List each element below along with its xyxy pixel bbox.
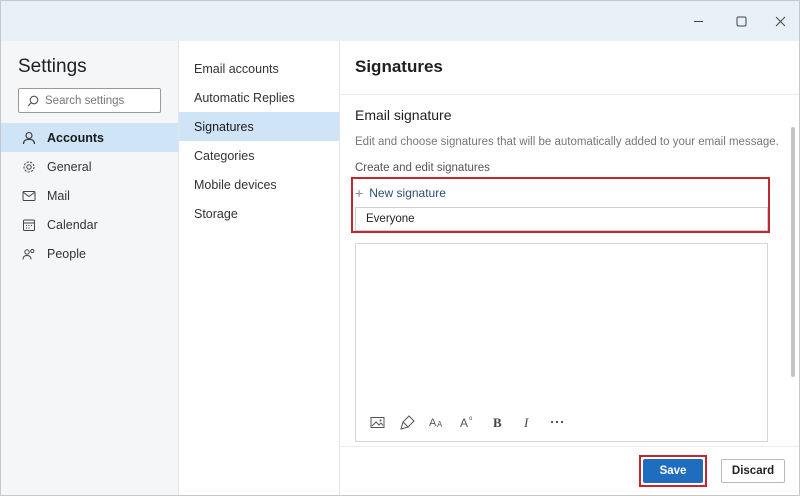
gear-icon: [21, 159, 37, 175]
subnav-item-categories[interactable]: Categories: [179, 141, 339, 170]
minimize-icon[interactable]: [680, 1, 716, 41]
sidebar-item-label: Accounts: [47, 130, 104, 145]
people-icon: [21, 246, 37, 262]
sidebar-item-label: General: [47, 159, 92, 174]
format-painter-icon[interactable]: [396, 412, 418, 432]
search-icon: [27, 95, 39, 107]
section-description: Edit and choose signatures that will be …: [355, 136, 779, 148]
subnav-item-label: Email accounts: [194, 61, 279, 76]
font-size-icon[interactable]: AA: [426, 412, 448, 432]
close-icon[interactable]: [762, 1, 798, 41]
section-title: Email signature: [355, 107, 452, 123]
svg-text:A: A: [429, 417, 437, 429]
callout-highlight-box: [351, 177, 770, 233]
sidebar-item-accounts[interactable]: Accounts: [1, 123, 178, 152]
search-box[interactable]: [18, 88, 161, 113]
title-bar: [1, 1, 799, 41]
mail-icon: [21, 188, 37, 204]
subnav-item-label: Automatic Replies: [194, 90, 295, 105]
subnav-item-label: Signatures: [194, 119, 254, 134]
subnav-item-automatic-replies[interactable]: Automatic Replies: [179, 83, 339, 112]
person-icon: [21, 130, 37, 146]
sidebar-item-calendar[interactable]: Calendar: [1, 210, 178, 239]
sidebar-item-label: People: [47, 246, 86, 261]
signatures-subheading: Create and edit signatures: [355, 162, 490, 174]
svg-text:I: I: [523, 415, 529, 429]
image-icon[interactable]: [366, 412, 388, 432]
subnav-item-label: Categories: [194, 148, 255, 163]
save-button[interactable]: Save: [643, 459, 703, 483]
signatures-panel: Signatures Email signature Edit and choo…: [340, 41, 799, 495]
calendar-icon: [21, 217, 37, 233]
bold-icon[interactable]: B: [486, 412, 508, 432]
svg-text:A: A: [460, 416, 468, 429]
scrollbar[interactable]: [791, 127, 795, 377]
subnav-item-storage[interactable]: Storage: [179, 199, 339, 228]
sidebar-item-people[interactable]: People: [1, 239, 178, 268]
sidebar-item-label: Calendar: [47, 217, 98, 232]
discard-button[interactable]: Discard: [721, 459, 785, 483]
svg-text:B: B: [493, 415, 502, 429]
settings-sidebar: Settings Accounts General Mail: [1, 41, 179, 495]
accounts-subnav: Email accounts Automatic Replies Signatu…: [179, 41, 340, 495]
superscript-icon[interactable]: Ao: [456, 412, 478, 432]
settings-window: Settings Accounts General Mail: [0, 0, 800, 496]
subnav-item-label: Storage: [194, 206, 238, 221]
maximize-icon[interactable]: [723, 1, 759, 41]
sidebar-item-mail[interactable]: Mail: [1, 181, 178, 210]
sidebar-item-label: Mail: [47, 188, 70, 203]
footer-bar: Save Discard: [340, 446, 799, 495]
svg-text:o: o: [469, 416, 473, 422]
italic-icon[interactable]: I: [516, 412, 538, 432]
subnav-item-label: Mobile devices: [194, 177, 277, 192]
more-icon[interactable]: [546, 412, 568, 432]
svg-text:A: A: [437, 420, 443, 429]
header-divider: [340, 94, 799, 95]
signature-editor[interactable]: AA Ao B I: [355, 243, 768, 442]
subnav-item-mobile-devices[interactable]: Mobile devices: [179, 170, 339, 199]
subnav-item-email-accounts[interactable]: Email accounts: [179, 54, 339, 83]
page-title: Signatures: [355, 57, 443, 76]
subnav-item-signatures[interactable]: Signatures: [179, 112, 339, 141]
sidebar-item-general[interactable]: General: [1, 152, 178, 181]
settings-title: Settings: [18, 56, 87, 77]
search-input[interactable]: [45, 94, 145, 107]
editor-toolbar: AA Ao B I: [366, 412, 576, 432]
